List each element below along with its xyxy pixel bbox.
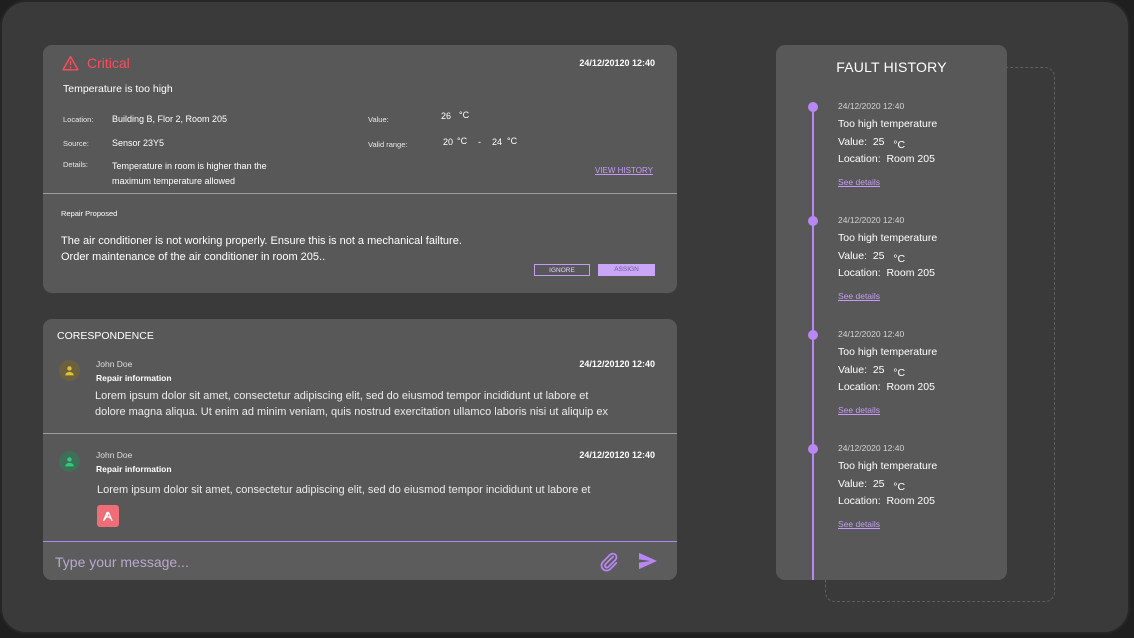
repair-line-2: Order maintenance of the air conditioner… (61, 251, 326, 263)
history-date: 24/12/2020 12:40 (838, 443, 905, 453)
source-value: Sensor 23Y5 (112, 138, 165, 148)
fault-history-panel: FAULT HISTORY 24/12/2020 12:40 Too high … (776, 45, 1007, 580)
history-location: Location: Room 205 (838, 153, 935, 165)
severity-label: Critical (87, 55, 130, 71)
location-label: Location: (63, 115, 94, 124)
message-divider (43, 433, 677, 434)
timeline-dot (808, 216, 818, 226)
value-unit: °C (459, 110, 470, 120)
history-value: Value: 25 °C (838, 478, 906, 493)
pdf-icon[interactable] (97, 505, 119, 527)
range-label: Valid range: (368, 140, 408, 149)
history-location: Location: Room 205 (838, 381, 935, 393)
message-body-line: Lorem ipsum dolor sit amet, consectetur … (95, 390, 589, 402)
user-icon (65, 457, 74, 467)
message-input[interactable] (53, 551, 577, 573)
alert-title: Temperature is too high (63, 83, 173, 95)
message-body: Lorem ipsum dolor sit amet, consectetur … (95, 388, 625, 420)
timeline-line (812, 107, 814, 580)
range-min: 20 (443, 137, 454, 147)
message-composer (43, 541, 677, 580)
value-label: Value: (368, 115, 389, 124)
correspondence-title: CORESPONDENCE (57, 330, 154, 342)
range-min-unit: °C (457, 136, 468, 146)
see-details-link[interactable]: See details (838, 291, 880, 301)
history-item-title: Too high temperature (838, 460, 938, 472)
history-date: 24/12/2020 12:40 (838, 215, 905, 225)
value-number: 26 (441, 111, 452, 121)
source-label: Source: (63, 139, 89, 148)
message-body: Lorem ipsum dolor sit amet, consectetur … (97, 482, 627, 498)
range-max: 24 (492, 137, 503, 147)
see-details-link[interactable]: See details (838, 519, 880, 529)
history-date: 24/12/2020 12:40 (838, 101, 905, 111)
see-details-link[interactable]: See details (838, 177, 880, 187)
timeline-dot (808, 330, 818, 340)
avatar (59, 451, 80, 472)
history-date: 24/12/2020 12:40 (838, 329, 905, 339)
paperclip-icon[interactable] (598, 551, 620, 573)
severity-row: Critical (62, 55, 130, 71)
message-date: 24/12/20120 12:40 (579, 359, 655, 369)
history-item-title: Too high temperature (838, 232, 938, 244)
repair-heading: Repair Proposed (61, 209, 118, 218)
range-max-unit: °C (507, 136, 518, 146)
details-line-1: Temperature in room is higher than the (112, 161, 267, 171)
history-item-title: Too high temperature (838, 118, 938, 130)
history-value: Value: 25 °C (838, 250, 906, 265)
message-body-line: dolore magna aliqua. Ut enim ad minim ve… (95, 406, 608, 418)
repair-text: The air conditioner is not working prope… (61, 233, 531, 265)
send-icon[interactable] (638, 552, 658, 570)
timeline-dot (808, 102, 818, 112)
history-value: Value: 25 °C (838, 364, 906, 379)
message-body-line: Lorem ipsum dolor sit amet, consectetur … (97, 484, 591, 496)
ignore-button[interactable]: IGNORE (534, 264, 590, 276)
repair-line-1: The air conditioner is not working prope… (61, 235, 462, 247)
location-value: Building B, Flor 2, Room 205 (112, 114, 228, 124)
message-subject: Repair information (96, 464, 172, 474)
history-location: Location: Room 205 (838, 267, 935, 279)
correspondence-card: CORESPONDENCE John Doe Repair informatio… (43, 319, 677, 580)
avatar (59, 360, 80, 381)
timeline-dot (808, 444, 818, 454)
user-icon (65, 366, 74, 376)
message-author: John Doe (96, 450, 133, 460)
history-item-title: Too high temperature (838, 346, 938, 358)
alert-divider (43, 193, 677, 194)
message-subject: Repair information (96, 373, 172, 383)
message-date: 24/12/20120 12:40 (579, 450, 655, 460)
history-value: Value: 25 °C (838, 136, 906, 151)
history-location: Location: Room 205 (838, 495, 935, 507)
range-separator: - (478, 137, 481, 147)
details-line-2: maximum temperature allowed (112, 176, 236, 186)
warning-triangle-icon (62, 55, 79, 71)
see-details-link[interactable]: See details (838, 405, 880, 415)
alert-card: Critical 24/12/20120 12:40 Temperature i… (43, 45, 677, 293)
history-title: FAULT HISTORY (836, 59, 947, 75)
view-history-link[interactable]: VIEW HISTORY (595, 166, 653, 175)
message-author: John Doe (96, 359, 133, 369)
app-window: Critical 24/12/20120 12:40 Temperature i… (0, 0, 1130, 634)
assign-button[interactable]: ASSIGN (598, 264, 655, 276)
alert-date: 24/12/20120 12:40 (579, 58, 655, 68)
details-label: Details: (63, 160, 89, 169)
